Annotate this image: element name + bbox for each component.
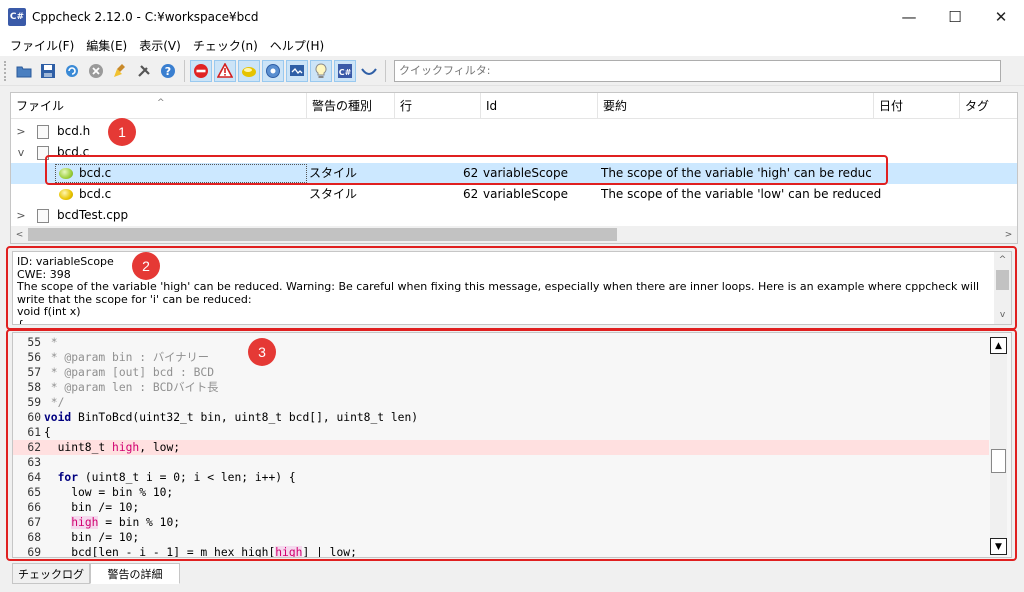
toolbar-separator-2 (385, 59, 386, 82)
cppcheck-icon[interactable]: C# (334, 59, 356, 82)
menu-view[interactable]: 表示(V) (133, 37, 187, 54)
column-id[interactable]: Id (481, 93, 598, 119)
warning-icon[interactable] (214, 59, 236, 82)
minimize-button[interactable]: — (886, 0, 932, 34)
error-icon[interactable] (190, 59, 212, 82)
performance-icon[interactable] (262, 59, 284, 82)
column-file[interactable]: ファイル ^ (11, 93, 307, 119)
column-header: ファイル ^ 警告の種別 行 Id 要約 日付 タグ (11, 93, 1017, 119)
expand-icon[interactable]: > (15, 205, 27, 226)
row-summary: The scope of the variable 'low' can be r… (601, 187, 881, 201)
expand-icon[interactable]: > (15, 121, 27, 142)
annotation-badge-1: 1 (108, 118, 136, 146)
toolbar-separator (184, 59, 185, 82)
information-icon[interactable] (310, 59, 332, 82)
window-controls: — ☐ ✕ (886, 0, 1024, 34)
style-icon (59, 189, 73, 200)
annotation-rect-3 (6, 329, 1017, 561)
menu-edit[interactable]: 編集(E) (80, 37, 133, 54)
annotation-badge-2: 2 (132, 252, 160, 280)
style-icon[interactable] (238, 59, 260, 82)
file-icon (37, 125, 49, 139)
portability-icon[interactable] (286, 59, 308, 82)
reload-icon[interactable] (61, 60, 83, 82)
tab-warning-details[interactable]: 警告の詳細 (90, 563, 180, 584)
toolbar-grip[interactable] (4, 60, 8, 81)
row-id: variableScope (483, 187, 568, 201)
row-file: bcd.c (79, 187, 112, 201)
scroll-right-icon[interactable]: > (1000, 226, 1017, 243)
file-icon (37, 209, 49, 223)
menu-help[interactable]: ヘルプ(H) (264, 37, 330, 54)
annotation-rect-1 (45, 155, 888, 185)
column-line[interactable]: 行 (395, 93, 481, 119)
save-icon[interactable] (37, 60, 59, 82)
stop-icon[interactable] (85, 60, 107, 82)
collapse-icon[interactable]: v (15, 142, 27, 163)
tree-row[interactable]: > bcdTest.cpp (11, 205, 1017, 226)
clean-icon[interactable] (109, 60, 131, 82)
help-icon[interactable]: ? (157, 60, 179, 82)
row-file: bcd.h (57, 124, 91, 138)
menu-bar: ファイル(F) 編集(E) 表示(V) チェック(n) ヘルプ(H) (0, 34, 1024, 56)
tab-check-log[interactable]: チェックログ (12, 563, 90, 584)
window-title: Cppcheck 2.12.0 - C:¥workspace¥bcd (32, 10, 259, 24)
quick-filter-input[interactable] (394, 59, 1001, 82)
annotation-badge-3: 3 (248, 338, 276, 366)
tree-row[interactable]: > bcd.h (11, 121, 1017, 142)
title-bar: C# Cppcheck 2.12.0 - C:¥workspace¥bcd — … (0, 0, 1024, 34)
svg-text:?: ? (165, 65, 171, 78)
open-icon[interactable] (13, 60, 35, 82)
toolbar: ? C# (0, 56, 1024, 86)
column-tag[interactable]: タグ (960, 93, 1017, 119)
row-file: bcdTest.cpp (57, 208, 129, 222)
settings-icon[interactable] (133, 60, 155, 82)
horizontal-scrollbar[interactable]: < > (11, 226, 1017, 243)
c-standard-icon[interactable] (358, 60, 380, 82)
column-file-label: ファイル (16, 99, 65, 113)
cppcheck-app-icon: C# (8, 8, 26, 26)
scroll-thumb[interactable] (28, 228, 617, 241)
column-date[interactable]: 日付 (874, 93, 960, 119)
svg-text:C#: C# (339, 68, 352, 77)
sort-indicator: ^ (157, 98, 165, 108)
row-type: スタイル (309, 187, 358, 201)
row-line: 62 (463, 187, 479, 201)
menu-check[interactable]: チェック(n) (187, 37, 264, 54)
maximize-button[interactable]: ☐ (932, 0, 978, 34)
menu-file[interactable]: ファイル(F) (4, 37, 80, 54)
tree-row[interactable]: bcd.c スタイル 62 variableScope The scope of… (11, 184, 1017, 205)
close-button[interactable]: ✕ (978, 0, 1024, 34)
column-type[interactable]: 警告の種別 (307, 93, 395, 119)
column-summary[interactable]: 要約 (598, 93, 874, 119)
scroll-left-icon[interactable]: < (11, 226, 28, 243)
